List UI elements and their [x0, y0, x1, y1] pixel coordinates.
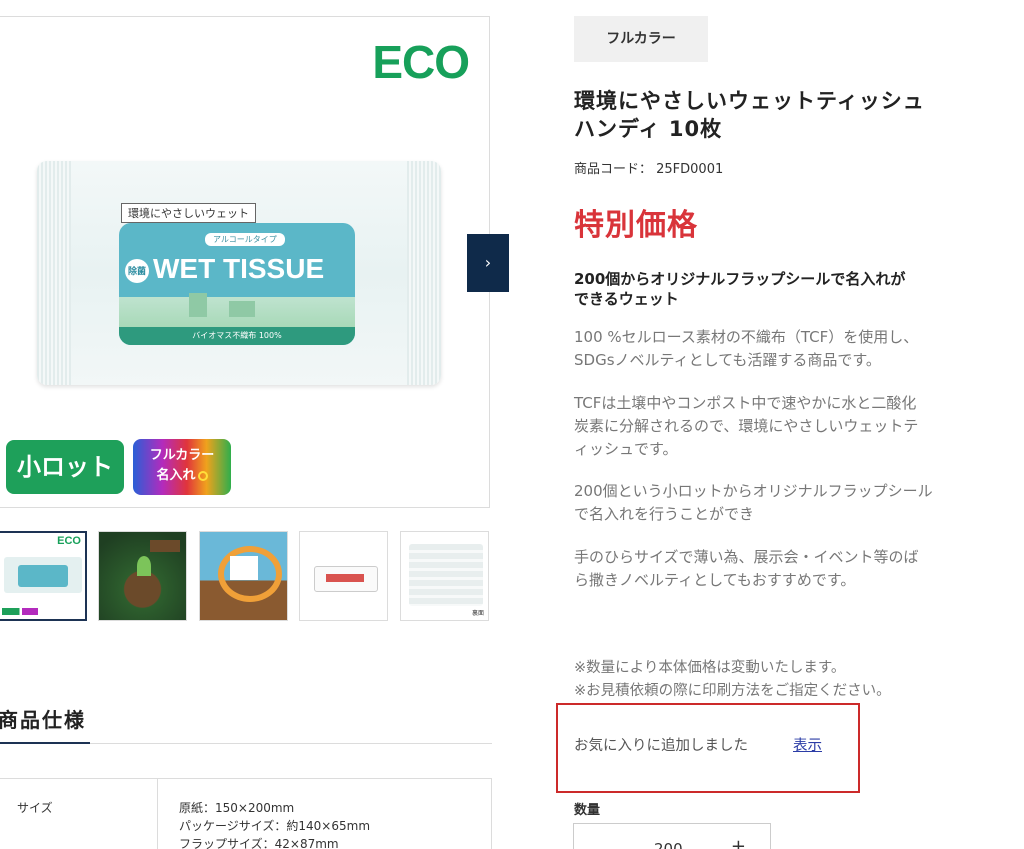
specs-heading: 商品仕様 [0, 708, 86, 732]
city-illustration [119, 293, 355, 327]
thumbnail-1[interactable]: ECO [0, 531, 87, 621]
flap-footer: バイオマス不織布 100% [119, 327, 355, 345]
price-notes: ※数量により本体価格は変動いたします。 ※お見積依頼の際に印刷方法をご指定くださ… [574, 660, 891, 699]
color-ring-icon [197, 470, 208, 481]
wet-tissue-package: 環境にやさしいウェット アルコールタイプ 除菌 WET TISSUE バイオマス不… [37, 161, 441, 385]
eco-logo: ECO [372, 36, 470, 88]
spec-key-size: サイズ [17, 801, 53, 815]
main-product-image: ECO 環境にやさしいウェット アルコールタイプ 除菌 WET TISSUE バイ… [0, 16, 490, 508]
flap-type-label: アルコールタイプ [205, 233, 285, 246]
fullcolor-badge: フルカラー 名入れ [133, 439, 231, 495]
specs-heading-underline [0, 742, 90, 744]
product-code: 商品コード： 25FD0001 [574, 162, 724, 177]
quantity-value[interactable]: 200 [654, 840, 683, 849]
thumbnail-2[interactable] [98, 531, 187, 621]
small-lot-badge: 小ロット [6, 440, 124, 494]
flap-badge: 除菌 [125, 258, 149, 283]
thumbnail-strip: ECO 裏面 [0, 531, 492, 621]
next-image-button[interactable]: › [467, 234, 509, 292]
flap-main-text: 除菌 WET TISSUE [125, 253, 324, 285]
thumbnail-4[interactable] [299, 531, 388, 621]
quantity-label: 数量 [574, 803, 601, 818]
favorite-added-message: お気に入りに追加しました [574, 738, 748, 754]
package-tag: 環境にやさしいウェット [121, 203, 256, 223]
thumbnail-3[interactable] [199, 531, 288, 621]
view-favorites-link[interactable]: 表示 [793, 734, 822, 755]
product-lead: 200個からオリジナルフラップシールで名入れが できるウェット [574, 270, 906, 308]
flap-seal: アルコールタイプ 除菌 WET TISSUE バイオマス不織布 100% [119, 223, 355, 345]
description-paragraph-1: 100 %セルロース素材の不織布（TCF）を使用し、 SDGsノベルティとしても… [574, 328, 919, 369]
quantity-stepper[interactable]: 200 + [573, 823, 771, 849]
description-paragraph-4: 手のひらサイズで薄い為、展示会・イベント等のば ら撒きノベルティとしてもおすすめ… [574, 548, 919, 589]
description-paragraph-3: 200個という小ロットからオリジナルフラップシール で名入れを行うことができ [574, 482, 933, 523]
thumbnail-5[interactable]: 裏面 [400, 531, 489, 621]
description-paragraph-2: TCFは土壌中やコンポスト中で速やかに水と二酸化 炭素に分解されるので、環境にや… [574, 394, 919, 458]
spec-value-size: 原紙：150×200mm パッケージサイズ：約140×65mm フラップサイズ：… [179, 801, 371, 849]
quantity-plus-button[interactable]: + [731, 836, 746, 849]
category-tag[interactable]: フルカラー [574, 16, 708, 62]
specs-table: サイズ 原紙：150×200mm パッケージサイズ：約140×65mm フラップ… [0, 778, 492, 849]
product-title: 環境にやさしいウェットティッシュ ハンディ 10枚 [574, 89, 925, 141]
special-price: 特別価格 [574, 208, 698, 243]
